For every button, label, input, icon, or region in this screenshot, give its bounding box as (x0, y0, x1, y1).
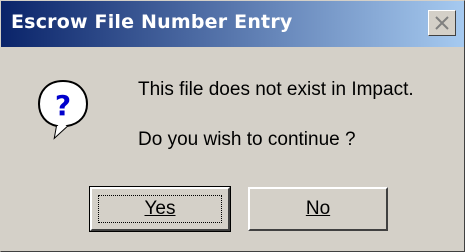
title-bar[interactable]: Escrow File Number Entry (1, 1, 464, 47)
question-icon: ? (37, 79, 89, 140)
window-title: Escrow File Number Entry (11, 11, 293, 33)
no-button-label: No (305, 198, 331, 219)
close-button[interactable] (428, 10, 456, 36)
yes-button[interactable]: Yes (89, 186, 231, 232)
yes-button-label: Yes (144, 198, 176, 219)
message-line-2: Do you wish to continue ? (138, 129, 356, 150)
message-dialog: Escrow File Number Entry ? This file doe… (0, 0, 465, 252)
message-line-1: This file does not exist in Impact. (138, 79, 414, 100)
no-button[interactable]: No (248, 187, 388, 231)
close-icon (435, 16, 449, 30)
svg-text:?: ? (55, 89, 71, 122)
